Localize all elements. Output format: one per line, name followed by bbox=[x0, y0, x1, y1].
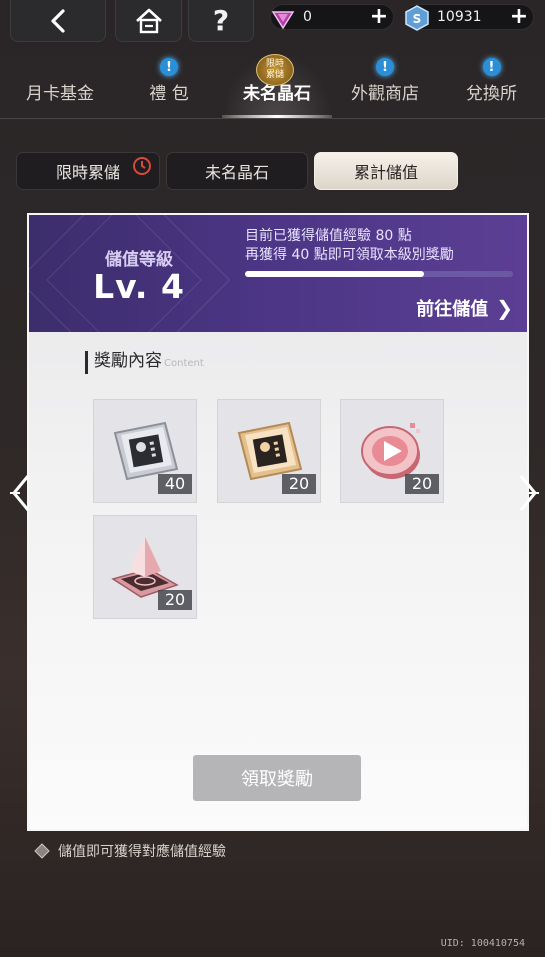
add-crystal-button[interactable]: + bbox=[369, 6, 389, 28]
limited-event-tag: 限時 累儲 bbox=[256, 54, 294, 86]
back-button[interactable] bbox=[10, 0, 106, 42]
currency-diamond: S 10931 + bbox=[404, 4, 534, 31]
reward-title: 獎勵內容 bbox=[94, 351, 162, 371]
subtab-total-deposit[interactable]: 累計儲值 bbox=[314, 152, 458, 190]
goto-deposit-label: 前往儲值 bbox=[416, 299, 489, 320]
tab-label: 外觀商店 bbox=[351, 84, 419, 104]
top-bar: ? 0 + S 10931 + bbox=[0, 0, 545, 44]
tab-label: 月卡基金 bbox=[26, 84, 94, 104]
purple-crystal-icon bbox=[271, 11, 295, 30]
exp-current-text: 目前已獲得儲值經驗 80 點 bbox=[245, 228, 412, 244]
next-level-arrow-icon[interactable] bbox=[513, 470, 543, 516]
deposit-note-text: 儲值即可獲得對應儲值經驗 bbox=[58, 844, 226, 860]
tab-exchange[interactable]: ! 兌換所 bbox=[438, 52, 545, 118]
add-diamond-button[interactable]: + bbox=[509, 6, 529, 28]
tab-label: 兌換所 bbox=[466, 84, 517, 104]
diamond-bullet-icon bbox=[34, 843, 50, 859]
tab-monthly-card[interactable]: 月卡基金 bbox=[0, 52, 120, 118]
tab-packs[interactable]: ! 禮 包 bbox=[116, 52, 222, 118]
currency-crystal-value: 0 bbox=[303, 9, 312, 25]
alert-badge-icon: ! bbox=[376, 58, 394, 76]
reward-section-title: 獎勵內容 Content bbox=[85, 351, 204, 374]
deposit-note: 儲值即可獲得對應儲值經驗 bbox=[34, 841, 226, 861]
item-count: 40 bbox=[158, 474, 192, 494]
svg-text:S: S bbox=[413, 12, 422, 26]
deposit-level-banner: 儲值等級 Lv. 4 目前已獲得儲值經驗 80 點 再獲得 40 點即可領取本級… bbox=[29, 215, 527, 332]
reward-item[interactable]: 20 bbox=[217, 399, 321, 503]
previous-level-arrow-icon[interactable] bbox=[6, 470, 36, 516]
subtab-label: 限時累儲 bbox=[55, 163, 120, 182]
blue-diamond-icon: S bbox=[405, 5, 429, 31]
tab-label: 禮 包 bbox=[149, 84, 189, 104]
goto-deposit-button[interactable]: 前往儲值 ❯ bbox=[416, 295, 513, 321]
tag-line-2: 累儲 bbox=[265, 70, 284, 80]
subtab-label: 未名晶石 bbox=[204, 163, 269, 182]
level-value: Lv. 4 bbox=[93, 267, 185, 306]
home-icon bbox=[135, 8, 162, 33]
currency-crystal: 0 + bbox=[270, 4, 394, 30]
exp-progress-fill bbox=[245, 271, 424, 277]
help-button[interactable]: ? bbox=[188, 0, 254, 42]
item-count: 20 bbox=[158, 590, 192, 610]
claim-reward-button[interactable]: 領取獎勵 bbox=[193, 755, 361, 801]
reward-item[interactable]: 40 bbox=[93, 399, 197, 503]
alert-badge-icon: ! bbox=[160, 58, 178, 76]
subtab-label: 累計儲值 bbox=[353, 163, 418, 182]
tab-appearance-shop[interactable]: ! 外觀商店 bbox=[332, 52, 438, 118]
chevron-right-icon: ❯ bbox=[496, 296, 513, 320]
alert-badge-icon: ! bbox=[482, 58, 501, 76]
exp-remaining-text: 再獲得 40 點即可領取本級別獎勵 bbox=[245, 247, 454, 263]
home-button[interactable] bbox=[115, 0, 182, 42]
item-count: 20 bbox=[405, 474, 439, 494]
back-arrow-icon bbox=[51, 8, 65, 33]
tag-line-1: 限時 bbox=[265, 59, 284, 69]
reward-item[interactable]: 20 bbox=[93, 515, 197, 619]
claim-reward-label: 領取獎勵 bbox=[241, 769, 313, 790]
exp-progress-bar bbox=[245, 271, 513, 277]
subtab-limited-deposit[interactable]: 限時累儲 bbox=[16, 152, 160, 190]
item-count: 20 bbox=[282, 474, 316, 494]
user-id: UID: 100410754 bbox=[440, 938, 525, 949]
clock-icon bbox=[133, 157, 151, 175]
tabs-divider bbox=[0, 118, 545, 119]
help-label: ? bbox=[212, 4, 230, 37]
currency-diamond-value: 10931 bbox=[437, 9, 482, 25]
subtab-nameless-crystal[interactable]: 未名晶石 bbox=[166, 152, 308, 190]
reward-subtitle: Content bbox=[164, 358, 204, 369]
reward-item[interactable]: 20 bbox=[340, 399, 444, 503]
exp-info: 目前已獲得儲值經驗 80 點 再獲得 40 點即可領取本級別獎勵 bbox=[245, 227, 454, 265]
deposit-reward-panel: 儲值等級 Lv. 4 目前已獲得儲值經驗 80 點 再獲得 40 點即可領取本級… bbox=[27, 213, 529, 831]
